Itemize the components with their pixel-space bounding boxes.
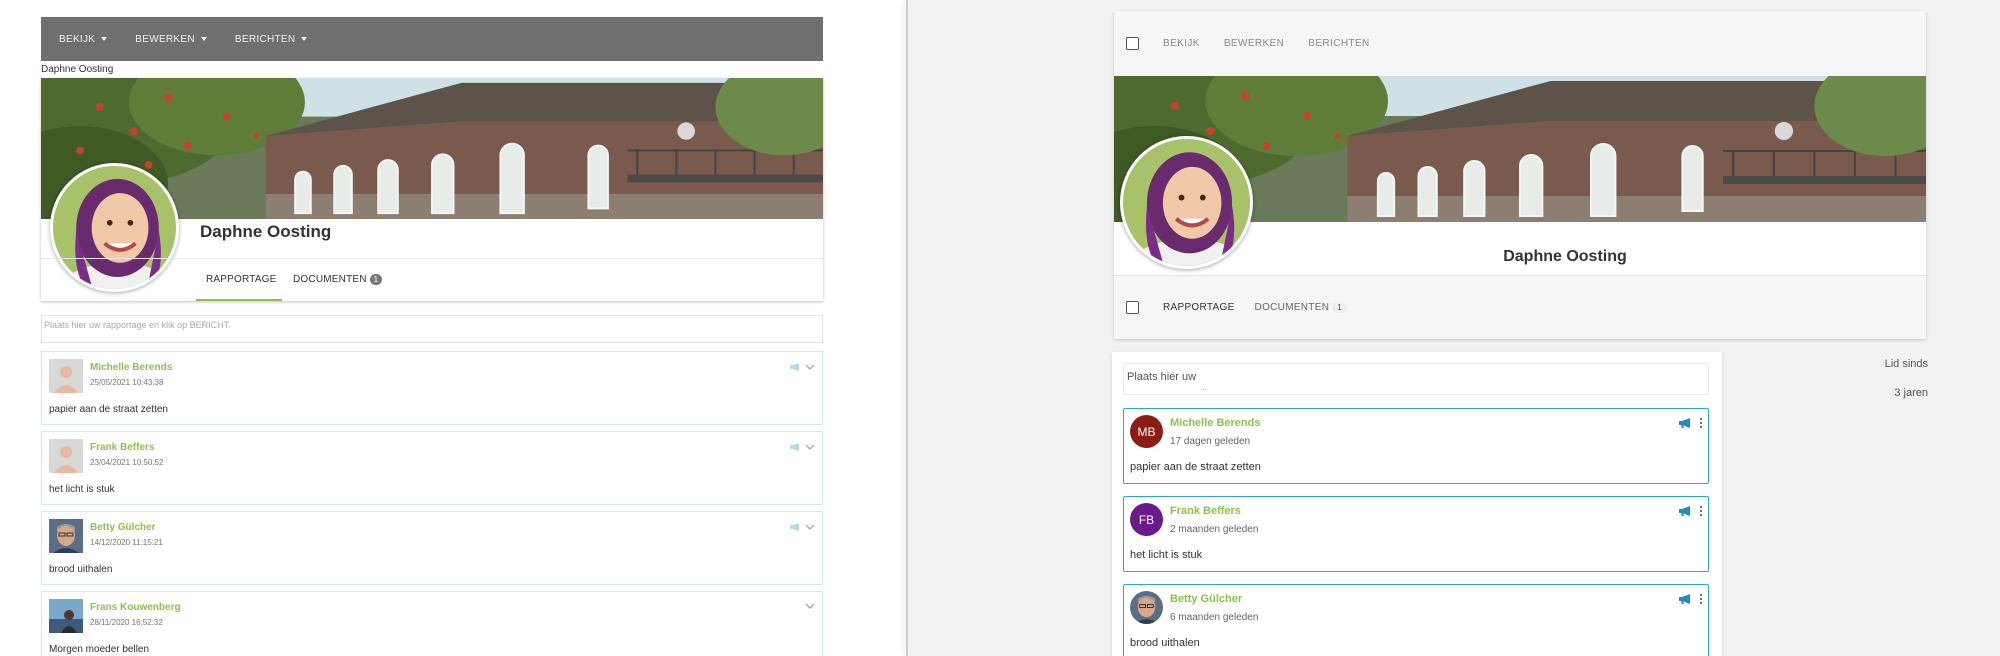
- old-post-author[interactable]: Frank Beffers: [90, 442, 154, 453]
- new-post-card: FB Frank Beffers 2 maanden geleden het l…: [1123, 496, 1709, 572]
- megaphone-icon[interactable]: [789, 442, 801, 452]
- old-post-avatar: [49, 519, 83, 553]
- old-post-author[interactable]: Michelle Berends: [90, 362, 172, 373]
- old-tab-rapportage[interactable]: RAPPORTAGE: [206, 274, 277, 285]
- old-profile-avatar: [50, 163, 179, 292]
- old-post-author[interactable]: Betty Gülcher: [90, 522, 156, 533]
- old-post-avatar: [49, 359, 83, 393]
- old-post-timestamp: 23/04/2021 10:50:52: [90, 458, 164, 467]
- new-post-time-ago: 2 maanden geleden: [1170, 524, 1259, 535]
- old-post-tools: [789, 522, 815, 532]
- new-post-card: Betty Gülcher 6 maanden geleden brood ui…: [1123, 584, 1709, 656]
- old-menu-berichten[interactable]: BERICHTEN: [235, 34, 308, 45]
- megaphone-icon[interactable]: [789, 362, 801, 372]
- old-post-card: Frank Beffers 23/04/2021 10:50:52 het li…: [41, 431, 823, 505]
- old-tabs-divider: [41, 258, 823, 259]
- old-profile-card: Daphne Oosting RAPPORTAGE DOCUMENTEN 1: [41, 78, 823, 301]
- caret-down-icon: [301, 37, 308, 41]
- new-feed: Plaats hier uw ... MB Michelle Berends 1…: [1112, 352, 1722, 656]
- old-post-card: Betty Gülcher 14/12/2020 11:15:21 brood …: [41, 511, 823, 585]
- more-vert-icon[interactable]: [1699, 505, 1702, 517]
- old-tab-active-indicator: [196, 299, 282, 301]
- member-since-value: 3 jaren: [1894, 387, 1928, 399]
- new-post-time-ago: 6 maanden geleden: [1170, 612, 1259, 623]
- old-menu-bekijk[interactable]: BEKIJK: [59, 34, 108, 45]
- new-post-card: MB Michelle Berends 17 dagen geleden pap…: [1123, 408, 1709, 484]
- old-post-avatar: [49, 439, 83, 473]
- new-menu-berichten[interactable]: BERICHTEN: [1308, 38, 1369, 49]
- old-post-timestamp: 25/05/2021 10:43:38: [90, 378, 164, 387]
- old-post-message: papier aan de straat zetten: [49, 404, 168, 415]
- old-post-message: het licht is stuk: [49, 484, 115, 495]
- new-profile-name: Daphne Oosting: [1503, 248, 1627, 265]
- new-menu-bekijk[interactable]: BEKIJK: [1163, 38, 1200, 49]
- new-post-tools: [1678, 505, 1702, 517]
- old-tab-documenten[interactable]: DOCUMENTEN 1: [293, 274, 383, 285]
- megaphone-icon[interactable]: [789, 522, 801, 532]
- new-tab-bar: RAPPORTAGE DOCUMENTEN 1: [1114, 275, 1926, 339]
- new-post-author[interactable]: Frank Beffers: [1170, 505, 1241, 517]
- new-tab-rapportage[interactable]: RAPPORTAGE: [1163, 302, 1235, 313]
- new-post-tools: [1678, 593, 1702, 605]
- new-post-author[interactable]: Betty Gülcher: [1170, 593, 1242, 605]
- old-design-pane: BEKIJK BEWERKEN BERICHTEN Daphne Oosting…: [0, 0, 906, 656]
- tab-checkbox[interactable]: [1126, 301, 1139, 314]
- chevron-down-icon[interactable]: [805, 523, 815, 531]
- new-documents-count-badge: 1: [1332, 302, 1347, 313]
- old-profile-name: Daphne Oosting: [200, 222, 332, 241]
- old-breadcrumb-name: Daphne Oosting: [41, 64, 114, 75]
- more-vert-icon[interactable]: [1699, 593, 1702, 605]
- new-post-input[interactable]: Plaats hier uw ...: [1123, 363, 1709, 395]
- new-profile-card: BEKIJK BEWERKEN BERICHTEN Daphne Oosting…: [1114, 11, 1926, 339]
- new-menu-bewerken[interactable]: BEWERKEN: [1224, 38, 1284, 49]
- old-toolbar: BEKIJK BEWERKEN BERICHTEN: [41, 17, 823, 61]
- new-post-avatar: [1130, 591, 1163, 624]
- old-post-card: Frans Kouwenberg 28/11/2020 16:52:32 Mor…: [41, 591, 823, 656]
- megaphone-icon[interactable]: [1678, 417, 1692, 429]
- old-post-tools: [789, 362, 815, 372]
- new-toolbar: BEKIJK BEWERKEN BERICHTEN: [1114, 11, 1926, 76]
- old-post-input[interactable]: Plaats hier uw rapportage en klik op BER…: [41, 315, 823, 343]
- chevron-down-icon[interactable]: [805, 363, 815, 371]
- megaphone-icon[interactable]: [1678, 593, 1692, 605]
- more-vert-icon[interactable]: [1699, 417, 1702, 429]
- new-post-message: het licht is stuk: [1130, 549, 1203, 561]
- old-post-tools: [805, 602, 815, 610]
- old-post-timestamp: 14/12/2020 11:15:21: [90, 538, 163, 547]
- new-post-message: brood uithalen: [1130, 637, 1200, 649]
- member-since-label: Lid sinds: [1884, 358, 1928, 370]
- new-post-avatar: FB: [1130, 503, 1163, 536]
- chevron-down-icon[interactable]: [805, 602, 815, 610]
- old-menu-bewerken[interactable]: BEWERKEN: [135, 34, 207, 45]
- caret-down-icon: [200, 37, 207, 41]
- megaphone-icon[interactable]: [1678, 505, 1692, 517]
- select-all-checkbox[interactable]: [1126, 37, 1139, 50]
- caret-down-icon: [101, 37, 108, 41]
- new-post-time-ago: 17 dagen geleden: [1170, 436, 1251, 447]
- new-design-pane: BEKIJK BEWERKEN BERICHTEN Daphne Oosting…: [908, 0, 2000, 656]
- new-post-message: papier aan de straat zetten: [1130, 461, 1261, 473]
- new-post-tools: [1678, 417, 1702, 429]
- old-post-tools: [789, 442, 815, 452]
- old-post-message: brood uithalen: [49, 564, 113, 575]
- old-post-avatar: [49, 599, 83, 633]
- old-documents-count-badge: 1: [369, 274, 383, 285]
- chevron-down-icon[interactable]: [805, 443, 815, 451]
- new-tab-documenten[interactable]: DOCUMENTEN 1: [1255, 302, 1347, 313]
- old-post-author[interactable]: Frans Kouwenberg: [90, 602, 181, 613]
- old-post-message: Morgen moeder bellen: [49, 644, 150, 655]
- old-post-timestamp: 28/11/2020 16:52:32: [90, 618, 163, 627]
- new-post-author[interactable]: Michelle Berends: [1170, 417, 1260, 429]
- old-post-card: Michelle Berends 25/05/2021 10:43:38 pap…: [41, 351, 823, 425]
- new-post-avatar: MB: [1130, 415, 1163, 448]
